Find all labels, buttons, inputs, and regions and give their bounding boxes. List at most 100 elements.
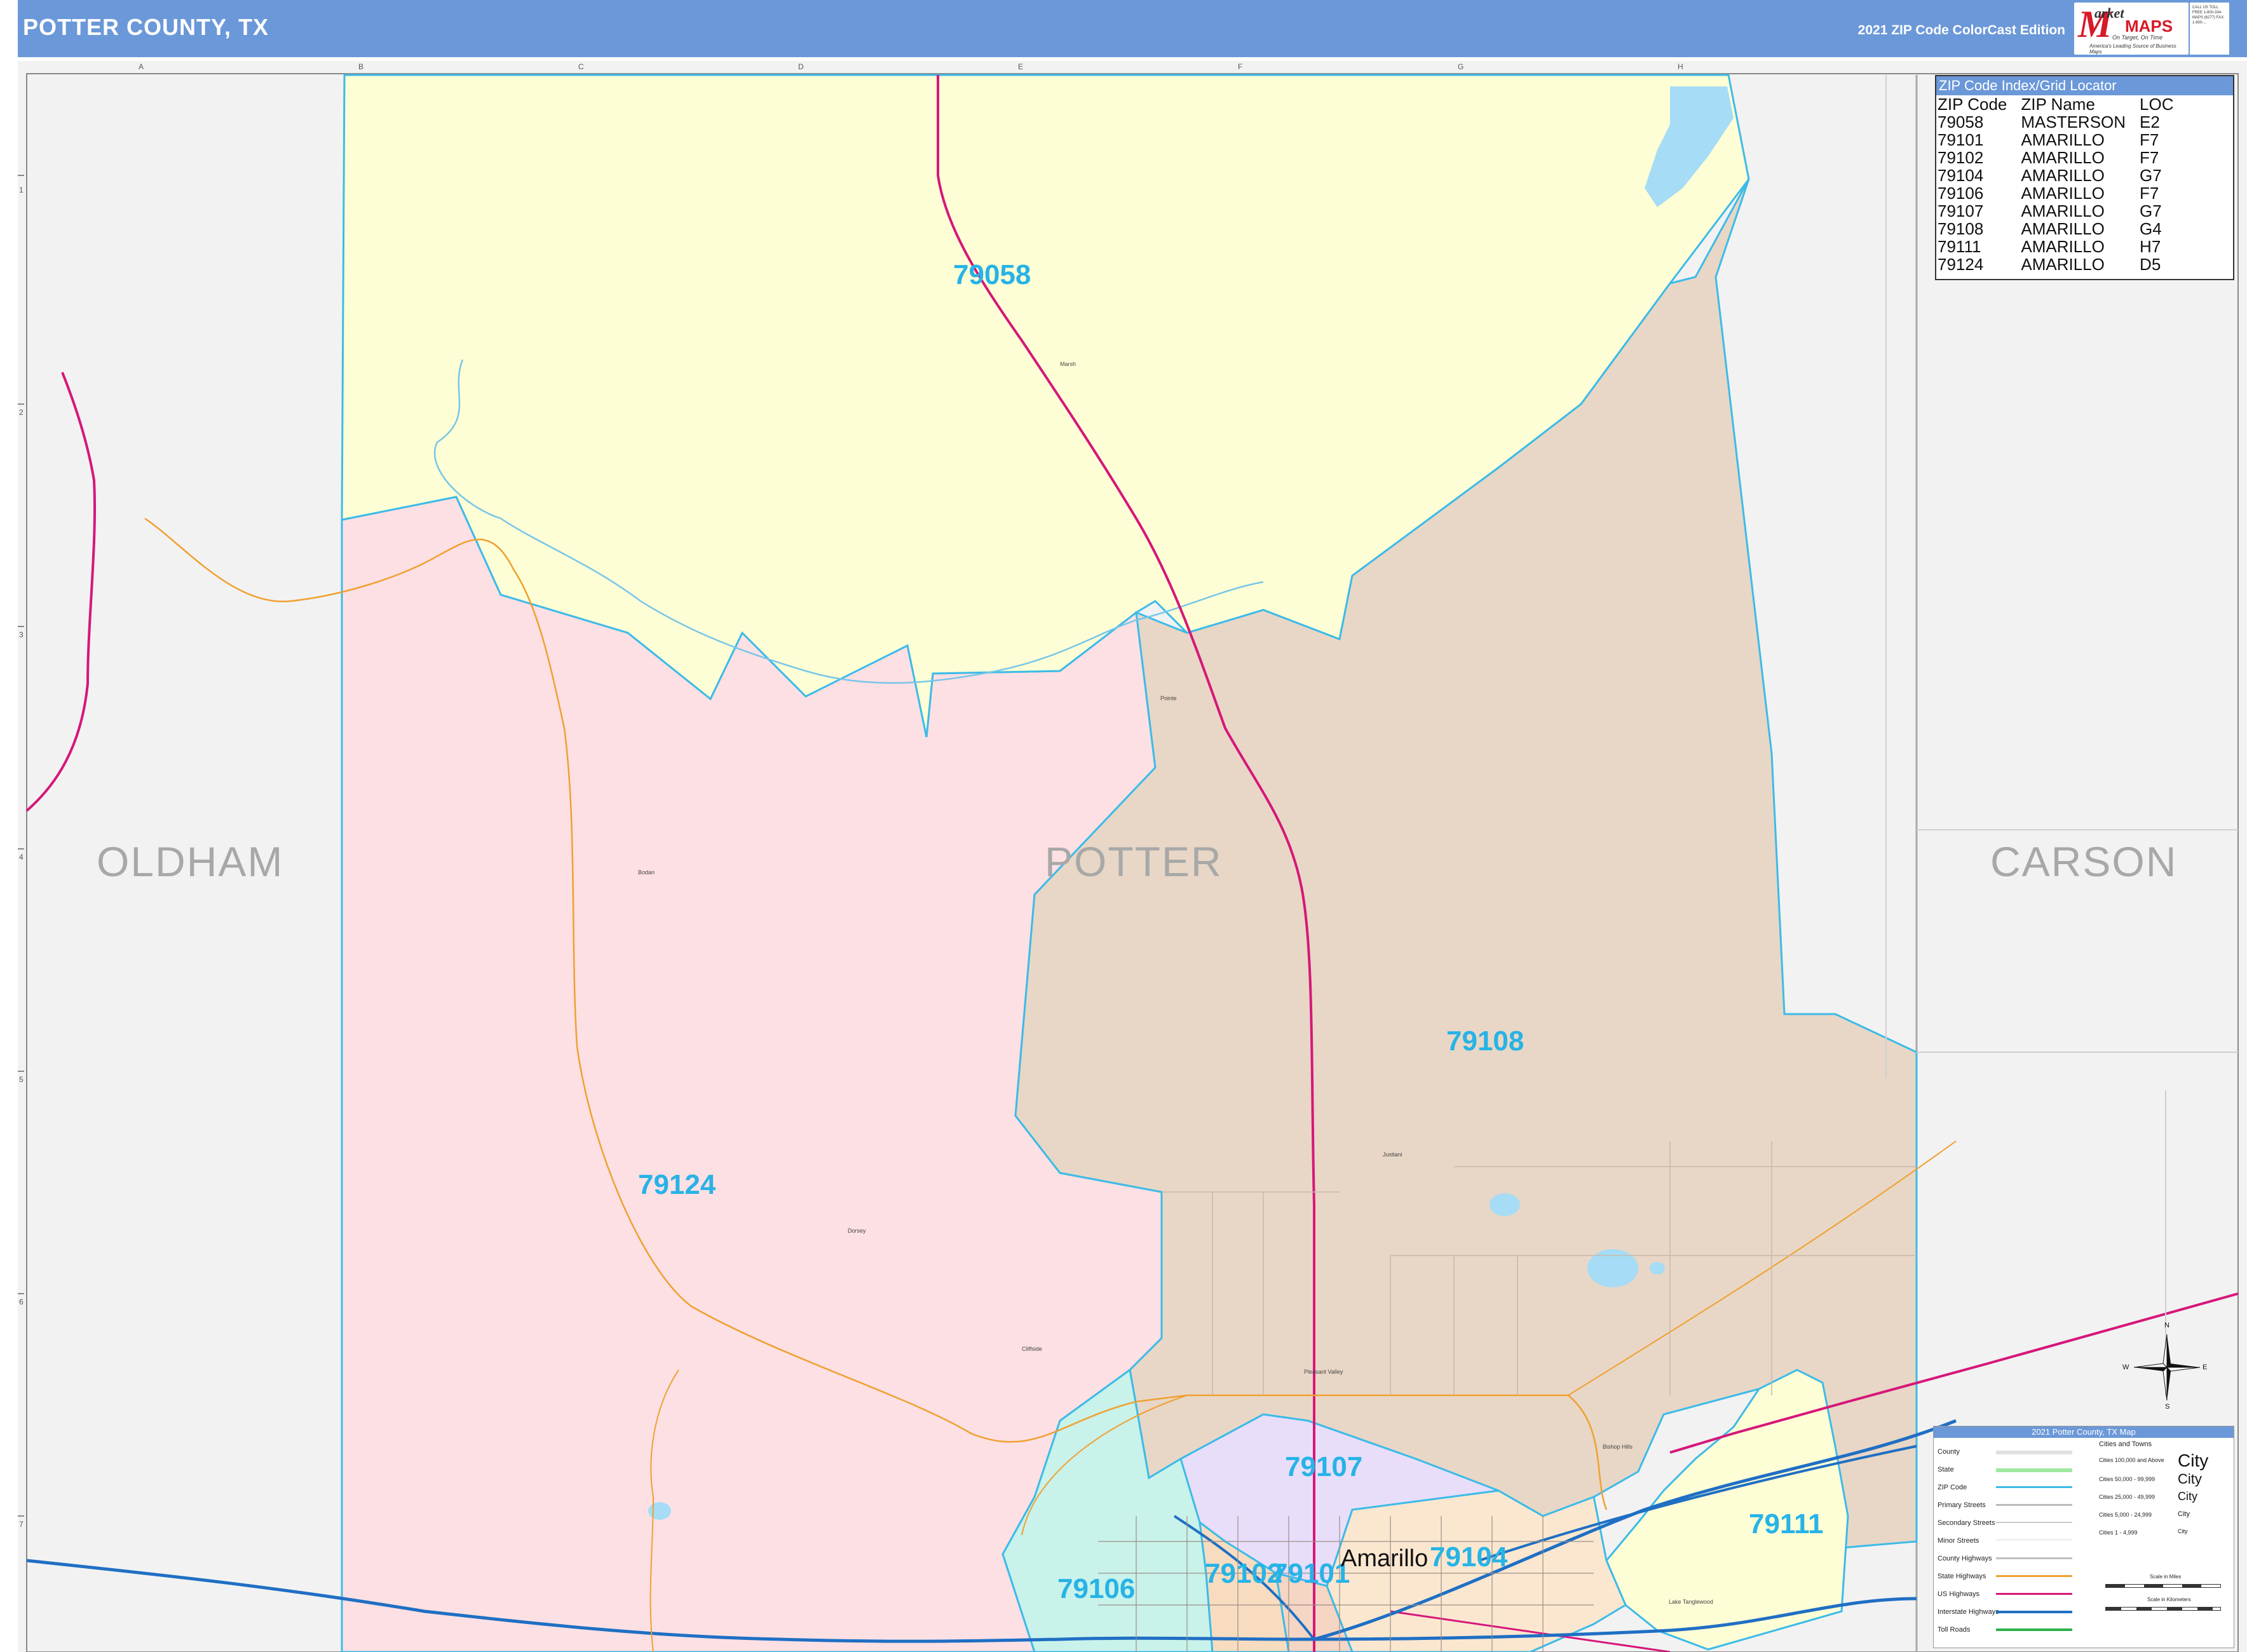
grid-row-label: 4 <box>19 853 24 862</box>
county-label-oldham: OLDHAM <box>97 838 284 885</box>
logo-word-maps: MAPS <box>2125 17 2173 36</box>
zip-cell: 79102 <box>1938 148 1984 167</box>
legend-swatch-secondary <box>1996 1522 2072 1523</box>
grid-column-label: F <box>1238 62 1243 71</box>
legend-title: 2021 Potter County, TX Map <box>1934 1426 2234 1438</box>
place-label: Dorsey <box>848 1228 866 1234</box>
zip-label-79124: 79124 <box>638 1169 716 1200</box>
loc-cell: F7 <box>2140 130 2159 149</box>
table-row: 79124 AMARILLO D5 <box>1938 255 2188 273</box>
compass-south: S <box>2165 1403 2170 1411</box>
grid-row-label: 7 <box>19 1520 24 1529</box>
zip-cell: 79058 <box>1938 112 1984 132</box>
lake <box>648 1502 671 1520</box>
legend-city-class: Cities 50,000 - 99,999 <box>2099 1476 2155 1482</box>
grid-row-label: 3 <box>19 630 24 639</box>
table-row: 79111 AMARILLO H7 <box>1938 238 2188 255</box>
lake <box>1587 1249 1638 1287</box>
grid-column-label: D <box>798 62 804 71</box>
legend-city-class: Cities 100,000 and Above <box>2099 1457 2164 1463</box>
legend-city-sample: City <box>2178 1451 2209 1470</box>
map-frame: A B C D E F G H 1 2 3 4 5 6 7 OLDHAM POT… <box>18 61 2247 1652</box>
county-label-carson: CARSON <box>1990 838 2178 885</box>
zip-cell: 79101 <box>1938 130 1984 149</box>
place-label: Lake Tanglewood <box>1669 1599 1713 1605</box>
place-label: Cliffside <box>1022 1346 1042 1352</box>
zip-label-79101: 79101 <box>1272 1558 1350 1589</box>
zip-cell: 79124 <box>1938 255 1984 274</box>
zip-name-cell: AMARILLO <box>2021 201 2105 220</box>
legend-city-sample: City <box>2178 1528 2188 1534</box>
logo-tagline-2: America's Leading Source of Business Map… <box>2089 43 2176 55</box>
zip-name-cell: AMARILLO <box>2021 255 2105 274</box>
zip-label-79058: 79058 <box>953 259 1031 290</box>
zip-index-table: ZIP Code ZIP Name LOC 79058 MASTERSON E2… <box>1938 95 2188 273</box>
zip-name-cell: AMARILLO <box>2021 219 2105 238</box>
legend-item-label: County <box>1938 1448 1960 1456</box>
legend-item-label: County Highways <box>1938 1555 1992 1562</box>
zip-label-79104: 79104 <box>1430 1541 1508 1573</box>
zip-label-79102: 79102 <box>1205 1558 1283 1589</box>
zip-index-title: ZIP Code Index/Grid Locator <box>1936 76 2233 95</box>
grid-row-label: 6 <box>19 1297 24 1306</box>
legend-scale-km: Scale in Kilometers <box>2147 1597 2191 1602</box>
place-label: Marsh <box>1060 361 1076 367</box>
zip-name-cell: AMARILLO <box>2021 184 2105 203</box>
place-label: Bodan <box>638 869 655 876</box>
place-label: Bishop Hills <box>1603 1444 1633 1450</box>
loc-cell: G7 <box>2140 201 2162 220</box>
zip-cell: 79107 <box>1938 201 1984 220</box>
zip-label-79106: 79106 <box>1057 1573 1136 1604</box>
zip-cell: 79108 <box>1938 219 1984 238</box>
legend-swatch-zip <box>1996 1486 2072 1488</box>
place-label: Pleasant Valley <box>1304 1369 1343 1375</box>
zip-name-cell: AMARILLO <box>2021 130 2105 149</box>
legend-swatch-interstate <box>1996 1611 2072 1613</box>
county-label-potter: POTTER <box>1045 838 1223 885</box>
zip-label-79108: 79108 <box>1446 1026 1524 1057</box>
table-row: 79104 AMARILLO G7 <box>1938 166 2188 184</box>
market-maps-logo: M arket MAPS On Target, On Time America'… <box>2074 3 2189 55</box>
scale-bar-miles <box>2105 1584 2221 1588</box>
map-legend: 2021 Potter County, TX Map County State … <box>1933 1426 2234 1648</box>
legend-item-label: US Highways <box>1938 1590 1980 1598</box>
loc-cell: H7 <box>2140 237 2161 256</box>
legend-swatch-toll <box>1996 1628 2072 1631</box>
grid-column-label: E <box>1018 62 1024 71</box>
grid-row-label: 1 <box>19 186 24 194</box>
zip-name-cell: AMARILLO <box>2021 148 2105 167</box>
city-label-amarillo: Amarillo <box>1341 1545 1429 1572</box>
place-label: Justiani <box>1383 1151 1402 1158</box>
legend-swatch-state <box>1996 1468 2072 1472</box>
legend-item-label: ZIP Code <box>1938 1484 1967 1491</box>
legend-swatch-primary <box>1996 1504 2072 1506</box>
column-header: LOC <box>2140 95 2174 114</box>
edition-label: 2021 ZIP Code ColorCast Edition <box>1857 23 2065 37</box>
compass-west: W <box>2122 1364 2129 1371</box>
column-header: ZIP Name <box>2021 95 2095 114</box>
legend-city-sample: City <box>2178 1490 2197 1503</box>
zip-name-cell: MASTERSON <box>2021 112 2126 132</box>
grid-column-label: C <box>578 62 584 71</box>
legend-city-sample: City <box>2178 1471 2202 1487</box>
zip-cell: 79111 <box>1938 237 1981 256</box>
lake <box>1490 1193 1520 1216</box>
loc-cell: G7 <box>2140 166 2162 185</box>
legend-item-label: Minor Streets <box>1938 1537 1979 1545</box>
compass-rose: N S E W <box>2122 1322 2207 1411</box>
legend-item-label: Primary Streets <box>1938 1501 1986 1509</box>
legend-swatch-county <box>1996 1451 2072 1454</box>
grid-column-label: A <box>139 62 144 71</box>
column-header: ZIP Code <box>1938 95 2007 114</box>
table-row: 79102 AMARILLO F7 <box>1938 149 2188 166</box>
legend-swatch-county-hwy <box>1996 1557 2072 1559</box>
legend-city-class: Cities 1 - 4,999 <box>2099 1529 2138 1536</box>
logo-word-market: arket <box>2094 5 2124 21</box>
legend-item-label: Interstate Highways <box>1938 1608 1999 1616</box>
legend-item-label: Secondary Streets <box>1938 1519 1995 1527</box>
legend-swatch-us-hwy <box>1996 1593 2072 1595</box>
legend-item-label: State <box>1938 1466 1954 1473</box>
legend-cities-title: Cities and Towns <box>2099 1440 2152 1448</box>
legend-city-class: Cities 25,000 - 49,999 <box>2099 1494 2155 1500</box>
zip-cell: 79104 <box>1938 166 1984 185</box>
